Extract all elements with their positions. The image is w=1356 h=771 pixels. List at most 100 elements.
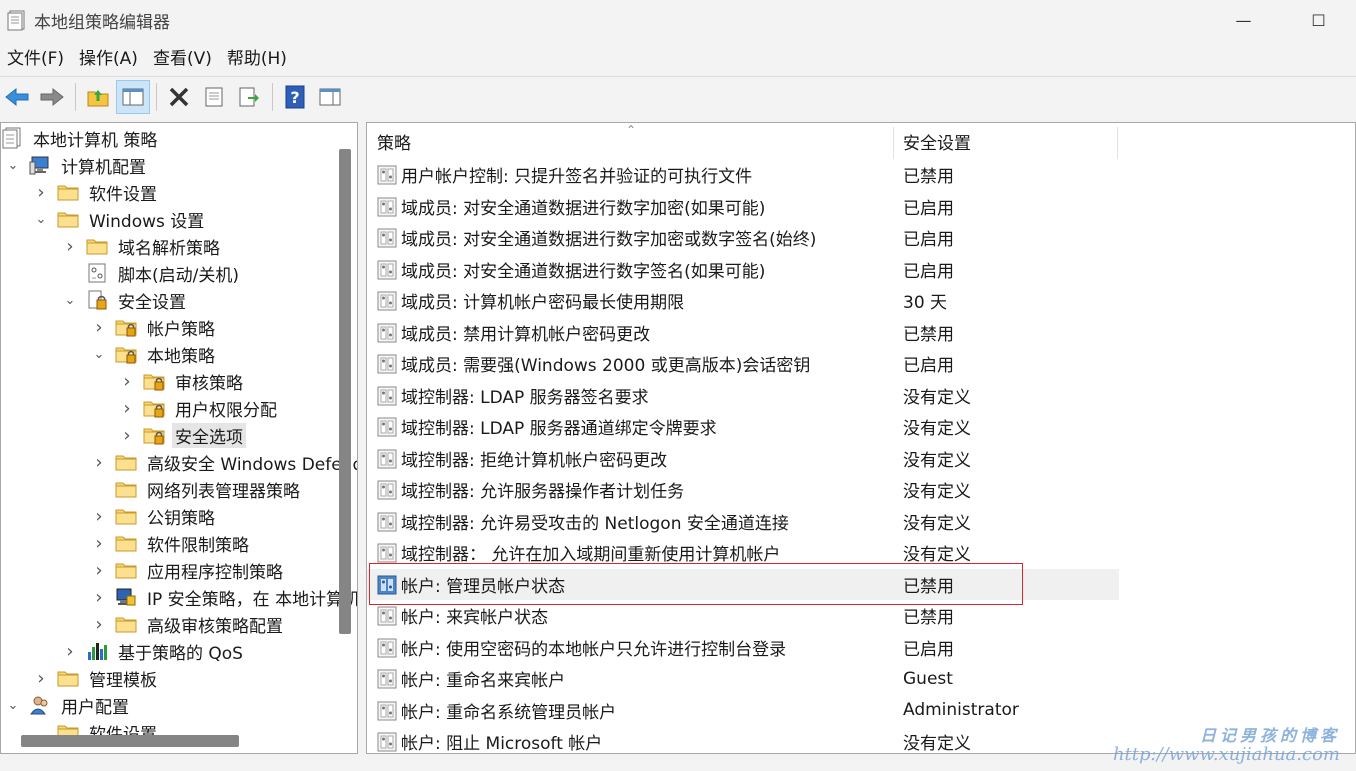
- expanded-chevron-icon[interactable]: ⌄: [33, 212, 49, 227]
- policy-value: 已禁用: [903, 576, 954, 597]
- policy-row[interactable]: 域成员: 需要强(Windows 2000 或更高版本)会话密钥 已启用: [367, 348, 1119, 379]
- user-icon: [29, 694, 51, 716]
- collapsed-chevron-icon[interactable]: ›: [119, 371, 135, 392]
- policy-value: 已启用: [903, 261, 954, 282]
- policy-row[interactable]: 域控制器: 允许易受攻击的 Netlogon 安全通道连接 没有定义: [367, 506, 1119, 537]
- expanded-chevron-icon[interactable]: ⌄: [91, 347, 107, 362]
- column-header-security-setting[interactable]: 安全设置: [903, 123, 971, 159]
- tree-item[interactable]: 脚本(启动/关机): [62, 260, 242, 286]
- tree-item-label: 公钥策略: [147, 508, 215, 529]
- collapsed-chevron-icon[interactable]: ›: [119, 398, 135, 419]
- delete-button[interactable]: [162, 80, 196, 114]
- maximize-button[interactable]: ☐: [1281, 0, 1356, 40]
- collapsed-chevron-icon[interactable]: ›: [91, 533, 107, 554]
- properties-button[interactable]: [197, 80, 231, 114]
- policy-row[interactable]: 帐户: 来宾帐户状态 已禁用: [367, 600, 1119, 631]
- collapsed-chevron-icon[interactable]: ›: [62, 641, 78, 662]
- menu-help[interactable]: 帮助(H): [220, 44, 295, 74]
- collapsed-chevron-icon[interactable]: ›: [91, 587, 107, 608]
- collapsed-chevron-icon[interactable]: ›: [91, 614, 107, 635]
- tree-horizontal-scrollbar[interactable]: [21, 735, 239, 747]
- tree-item[interactable]: › 管理模板: [33, 665, 160, 691]
- tree-item[interactable]: ⌄ 安全设置: [62, 287, 189, 313]
- toolbar: ?: [0, 76, 1356, 116]
- tree-item-label: 安全选项: [172, 422, 246, 448]
- expanded-chevron-icon[interactable]: ⌄: [5, 158, 21, 173]
- policy-list-pane[interactable]: 策略 ⌃ 安全设置 用户帐户控制: 只提升签名并验证的可执行文件 已禁用 域成员: …: [366, 122, 1356, 754]
- menu-view[interactable]: 查看(V): [146, 44, 220, 74]
- back-button[interactable]: [0, 80, 34, 114]
- tree-item[interactable]: › 软件限制策略: [91, 530, 252, 556]
- collapsed-chevron-icon[interactable]: ›: [91, 506, 107, 527]
- tree-item[interactable]: ⌄ Windows 设置: [33, 206, 207, 232]
- tree-item[interactable]: › 审核策略: [119, 368, 246, 394]
- expanded-chevron-icon[interactable]: ⌄: [5, 698, 21, 713]
- tree-item[interactable]: › 帐户策略: [91, 314, 218, 340]
- tree-item[interactable]: ⌄ 用户配置: [5, 692, 132, 718]
- tree-item[interactable]: 本地计算机 策略: [1, 125, 160, 151]
- policy-row[interactable]: 用户帐户控制: 只提升签名并验证的可执行文件 已禁用: [367, 159, 1119, 190]
- policy-row[interactable]: 域控制器: 允许服务器操作者计划任务 没有定义: [367, 474, 1119, 505]
- policy-row[interactable]: 域成员: 对安全通道数据进行数字签名(如果可能) 已启用: [367, 254, 1119, 285]
- policy-row[interactable]: 域控制器: 拒绝计算机帐户密码更改 没有定义: [367, 443, 1119, 474]
- policy-row[interactable]: 域控制器: LDAP 服务器通道绑定令牌要求 没有定义: [367, 411, 1119, 442]
- column-divider[interactable]: [893, 127, 894, 159]
- collapsed-chevron-icon[interactable]: ›: [91, 560, 107, 581]
- tree-item[interactable]: › 安全选项: [119, 422, 246, 448]
- collapsed-chevron-icon[interactable]: ›: [119, 425, 135, 446]
- policy-setting-icon: [377, 512, 397, 531]
- show-hide-tree-button[interactable]: [116, 79, 150, 114]
- tree-item-label: 管理模板: [89, 670, 157, 691]
- policy-row[interactable]: 帐户: 阻止 Microsoft 帐户 没有定义: [367, 726, 1119, 753]
- policy-row[interactable]: 域成员: 对安全通道数据进行数字加密或数字签名(始终) 已启用: [367, 222, 1119, 253]
- policy-row[interactable]: 域控制器： 允许在加入域期间重新使用计算机帐户 没有定义: [367, 537, 1119, 568]
- policy-row[interactable]: 帐户: 重命名系统管理员帐户 Administrator: [367, 695, 1119, 726]
- policy-name: 用户帐户控制: 只提升签名并验证的可执行文件: [401, 167, 753, 187]
- menu-file[interactable]: 文件(F): [0, 44, 72, 74]
- column-header-policy[interactable]: 策略: [377, 123, 411, 159]
- policy-row[interactable]: 帐户: 使用空密码的本地帐户只允许进行控制台登录 已启用: [367, 632, 1119, 663]
- policy-value: 没有定义: [903, 513, 971, 534]
- policy-row[interactable]: 域成员: 禁用计算机帐户密码更改 已禁用: [367, 317, 1119, 348]
- tree-item[interactable]: › 公钥策略: [91, 503, 218, 529]
- collapsed-chevron-icon[interactable]: ›: [33, 668, 49, 689]
- policy-row[interactable]: 帐户: 管理员帐户状态 已禁用: [367, 568, 1119, 600]
- policy-row[interactable]: 帐户: 重命名来宾帐户 Guest: [367, 663, 1119, 694]
- tree-item[interactable]: › 应用程序控制策略: [91, 557, 286, 583]
- policy-row[interactable]: 域控制器: LDAP 服务器签名要求 没有定义: [367, 380, 1119, 411]
- menu-action[interactable]: 操作(A): [72, 44, 146, 74]
- tree-item[interactable]: › 高级审核策略配置: [91, 611, 286, 637]
- up-level-button[interactable]: [81, 80, 115, 114]
- tree-item[interactable]: 网络列表管理器策略: [91, 476, 303, 502]
- policy-name: 域控制器: 拒绝计算机帐户密码更改: [401, 450, 668, 471]
- policy-row[interactable]: 域成员: 对安全通道数据进行数字加密(如果可能) 已启用: [367, 191, 1119, 222]
- collapsed-chevron-icon[interactable]: ›: [62, 236, 78, 257]
- forward-button[interactable]: [35, 80, 69, 114]
- tree-item-label: 本地策略: [147, 346, 215, 367]
- tree-item[interactable]: › 基于策略的 QoS: [62, 638, 246, 664]
- help-icon: ?: [285, 85, 305, 108]
- tree-item[interactable]: › 用户权限分配: [119, 395, 280, 421]
- minimize-button[interactable]: —: [1206, 0, 1281, 40]
- tree-item-label: 高级安全 Windows Defender 防火墙: [147, 454, 357, 475]
- policy-row[interactable]: 域成员: 计算机帐户密码最长使用期限 30 天: [367, 285, 1119, 316]
- tree-item-label: IP 安全策略，在 本地计算机: [147, 589, 358, 610]
- help-button[interactable]: ?: [278, 80, 312, 114]
- expanded-chevron-icon[interactable]: ⌄: [62, 293, 78, 308]
- policy-name: 域成员: 对安全通道数据进行数字加密或数字签名(始终): [401, 230, 817, 250]
- collapsed-chevron-icon[interactable]: ›: [33, 182, 49, 203]
- tree-item[interactable]: ⌄ 本地策略: [91, 341, 218, 367]
- tree-item[interactable]: › 域名解析策略: [62, 233, 223, 259]
- tree-item[interactable]: › IP 安全策略，在 本地计算机: [91, 584, 358, 610]
- tree-vertical-scrollbar[interactable]: [339, 149, 351, 634]
- export-list-button[interactable]: [232, 80, 266, 114]
- tree-item[interactable]: ⌄ 计算机配置: [5, 152, 149, 178]
- column-divider[interactable]: [1117, 127, 1118, 159]
- collapsed-chevron-icon[interactable]: ›: [91, 317, 107, 338]
- show-action-pane-button[interactable]: [313, 80, 347, 114]
- policy-value: 30 天: [903, 293, 948, 313]
- tree-item[interactable]: › 软件设置: [33, 179, 160, 205]
- console-tree-pane[interactable]: 软件设置 ⌄ 用户配置 › 管理模板 › 基于策略的 QoS › 高级审核策略配置 › IP 安全策…: [0, 122, 358, 754]
- tree-item[interactable]: › 高级安全 Windows Defender 防火墙: [91, 449, 357, 475]
- collapsed-chevron-icon[interactable]: ›: [91, 452, 107, 473]
